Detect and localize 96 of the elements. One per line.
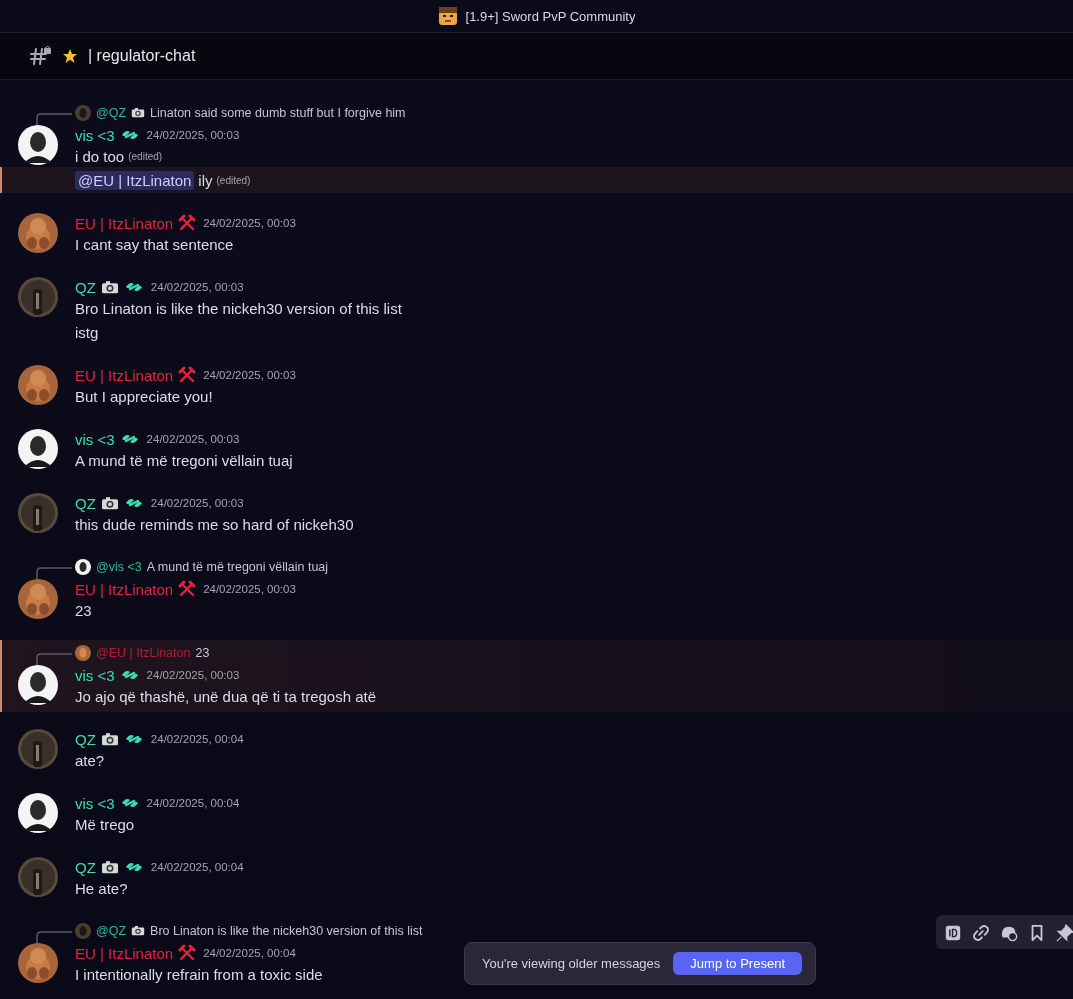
avatar (18, 429, 58, 469)
camera-icon (131, 925, 146, 937)
message-text: He ate? (75, 879, 128, 897)
avatar (18, 729, 58, 769)
reply-connector (36, 653, 72, 665)
timestamp: 24/02/2025, 00:03 (146, 433, 240, 445)
message-text: ily (198, 171, 213, 189)
reply-avatar (75, 559, 91, 575)
locked-channel-icon (30, 46, 52, 66)
avatar (18, 793, 58, 833)
wave-icon (123, 860, 144, 874)
avatar (18, 125, 58, 165)
avatar (18, 857, 58, 897)
reply-author[interactable]: @QZ (96, 924, 127, 938)
hammer-icon (178, 580, 197, 598)
wave-icon (123, 496, 144, 510)
avatar (18, 365, 58, 405)
username[interactable]: vis <3 (75, 126, 115, 144)
edited-label: (edited) (128, 150, 163, 162)
timestamp: 24/02/2025, 00:04 (150, 733, 244, 745)
message-text: 23 (75, 601, 92, 619)
message-text: Më trego (75, 815, 135, 833)
reply-preview[interactable]: Bro Linaton is like the nickeh30 version of this list (150, 924, 423, 938)
wave-icon (119, 128, 140, 142)
username[interactable]: EU | ItzLinaton (75, 944, 174, 962)
username[interactable]: QZ (75, 494, 96, 512)
timestamp: 24/02/2025, 00:04 (150, 861, 244, 873)
jump-to-present-button[interactable]: Jump to Present (673, 952, 802, 975)
reply-author[interactable]: @QZ (96, 106, 127, 120)
username[interactable]: vis <3 (75, 666, 115, 684)
avatar (18, 277, 58, 317)
message-text: this dude reminds me so hard of nickeh30 (75, 515, 354, 533)
channel-name: | regulator-chat (88, 47, 196, 65)
timestamp: 24/02/2025, 00:03 (203, 583, 296, 595)
camera-icon (100, 495, 119, 511)
message-text: Jo ajo që thashë, unë dua që ti ta tregosh atë (75, 687, 377, 705)
timestamp: 24/02/2025, 00:03 (146, 129, 240, 141)
username[interactable]: QZ (75, 858, 96, 876)
reply-author[interactable]: @vis <3 (96, 560, 142, 574)
camera-icon (100, 279, 119, 295)
avatar (18, 665, 58, 705)
message-text: But I appreciate you! (75, 387, 213, 405)
message-text: Bro Linaton is like the nickeh30 version of this list (75, 299, 402, 317)
camera-icon (100, 859, 119, 875)
username[interactable]: EU | ItzLinaton (75, 580, 174, 598)
message-text: A mund të më tregoni vëllain tuaj (75, 451, 293, 469)
timestamp: 24/02/2025, 00:04 (203, 947, 296, 959)
reply-preview[interactable]: A mund të më tregoni vëllain tuaj (146, 560, 329, 574)
username[interactable]: EU | ItzLinaton (75, 214, 174, 232)
wave-icon (123, 280, 144, 294)
wave-icon (119, 796, 140, 810)
message-text: istg (75, 323, 99, 341)
link-icon[interactable] (972, 923, 990, 941)
wave-icon (123, 732, 144, 746)
id-card-icon[interactable] (944, 923, 962, 941)
reply-avatar (75, 105, 91, 121)
timestamp: 24/02/2025, 00:03 (146, 669, 240, 681)
camera-icon (100, 731, 119, 747)
reply-connector (36, 567, 72, 579)
wave-icon (119, 432, 140, 446)
star-icon (62, 48, 78, 64)
older-messages-text: You're viewing older messages (482, 956, 661, 971)
avatar (18, 579, 58, 619)
hammer-icon (178, 214, 197, 232)
username[interactable]: vis <3 (75, 794, 115, 812)
username[interactable]: vis <3 (75, 430, 115, 448)
timestamp: 24/02/2025, 00:03 (150, 281, 244, 293)
user-mention[interactable]: @EU | ItzLinaton (75, 170, 195, 190)
avatar (18, 493, 58, 533)
message-text: I intentionally refrain from a toxic side (75, 965, 323, 983)
server-icon (437, 6, 458, 26)
timestamp: 24/02/2025, 00:03 (150, 497, 244, 509)
timestamp: 24/02/2025, 00:04 (146, 797, 240, 809)
avatar (18, 213, 58, 253)
pin-icon[interactable] (1056, 923, 1073, 941)
reply-connector (36, 113, 72, 125)
username[interactable]: EU | ItzLinaton (75, 366, 174, 384)
edited-label: (edited) (216, 174, 251, 186)
wave-icon (119, 668, 140, 682)
avatar (18, 943, 58, 983)
reply-avatar (75, 923, 91, 939)
server-title: [1.9+] Sword PvP Community (465, 8, 636, 24)
reply-preview[interactable]: 23 (195, 646, 210, 660)
reply-avatar (75, 645, 91, 661)
hammer-icon (178, 944, 197, 962)
hammer-icon (178, 366, 197, 384)
reply-preview[interactable]: Linaton said some dumb stuff but I forgive him (150, 106, 406, 120)
timestamp: 24/02/2025, 00:03 (203, 217, 296, 229)
timestamp: 24/02/2025, 00:03 (203, 369, 296, 381)
reply-connector (36, 931, 72, 943)
camera-icon (131, 107, 146, 119)
message-text: ate? (75, 751, 105, 769)
username[interactable]: QZ (75, 730, 96, 748)
username[interactable]: QZ (75, 278, 96, 296)
message-text: I cant say that sentence (75, 235, 234, 253)
message-text: i do too (75, 147, 125, 165)
